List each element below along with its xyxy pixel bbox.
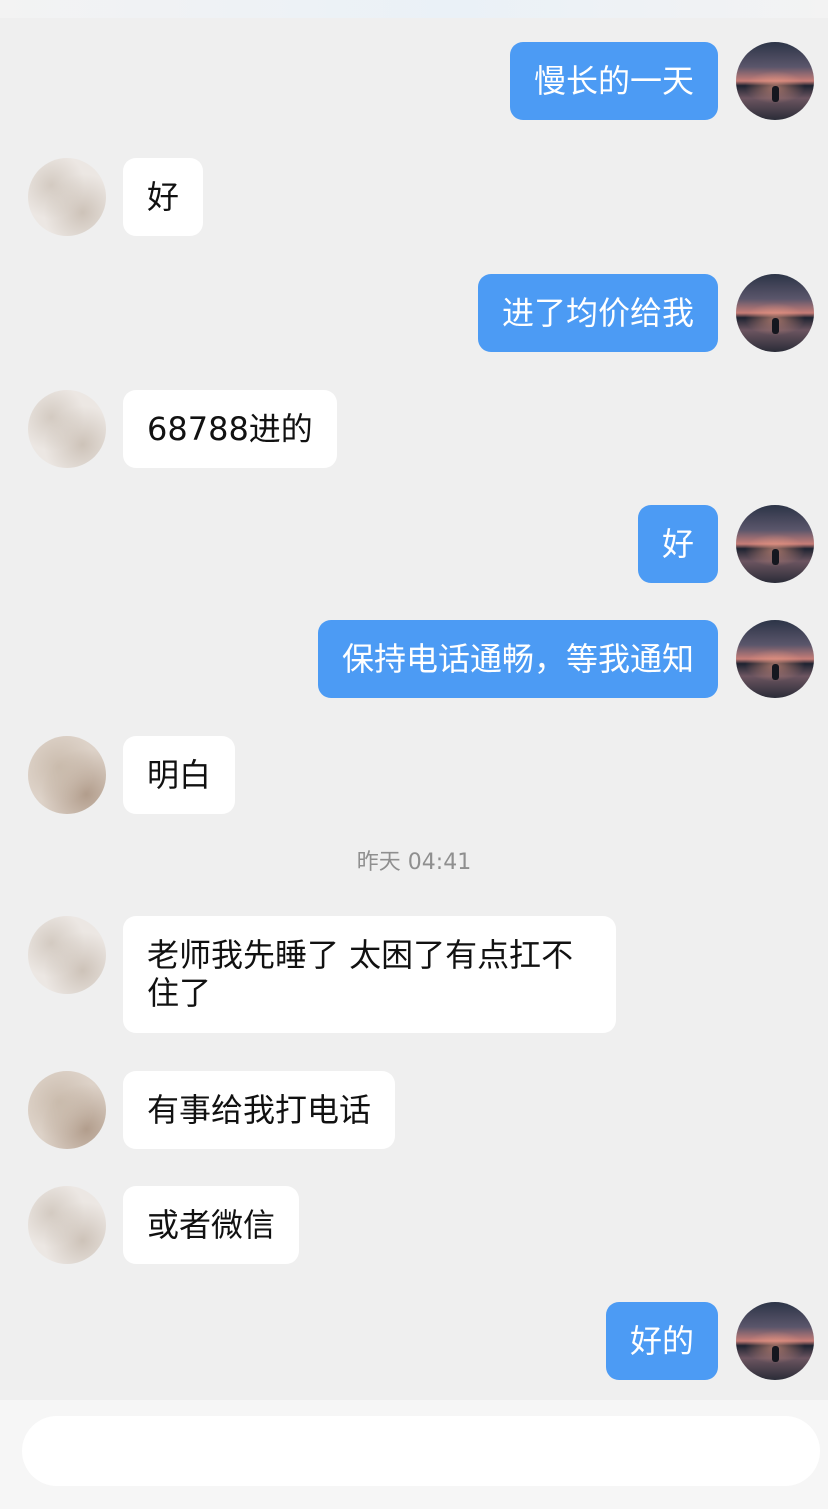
message-bubble-incoming[interactable]: 或者微信 bbox=[123, 1186, 300, 1264]
contact-avatar[interactable] bbox=[28, 158, 106, 236]
message-bubble-incoming[interactable]: 有事给我打电话 bbox=[123, 1071, 396, 1149]
message-bubble-outgoing[interactable]: 好的 bbox=[605, 1302, 718, 1380]
contact-avatar[interactable] bbox=[28, 1186, 106, 1264]
contact-avatar[interactable] bbox=[28, 916, 106, 994]
message-bubble-incoming[interactable]: 68788进的 bbox=[123, 390, 337, 468]
message-bubble-incoming[interactable]: 老师我先睡了 太困了有点扛不住了 bbox=[123, 916, 616, 1033]
message-bubble-outgoing[interactable]: 慢长的一天 bbox=[509, 42, 718, 120]
message-bubble-outgoing[interactable]: 进了均价给我 bbox=[477, 274, 718, 352]
message-bubble-incoming[interactable]: 明白 bbox=[123, 736, 236, 814]
chat-message-list[interactable]: 慢长的一天 好 进了均价给我 68788进的 好 保持电话通畅，等我通知 明白 … bbox=[0, 0, 828, 1400]
message-bubble-outgoing[interactable]: 保持电话通畅，等我通知 bbox=[317, 620, 718, 698]
my-avatar[interactable] bbox=[736, 42, 814, 120]
message-timestamp: 昨天 04:41 bbox=[356, 850, 472, 875]
my-avatar[interactable] bbox=[736, 620, 814, 698]
contact-avatar[interactable] bbox=[28, 390, 106, 468]
contact-avatar[interactable] bbox=[28, 736, 106, 814]
message-bubble-outgoing[interactable]: 好 bbox=[637, 505, 718, 583]
contact-avatar[interactable] bbox=[28, 1071, 106, 1149]
message-input-bar bbox=[0, 1400, 828, 1509]
message-bubble-incoming[interactable]: 好 bbox=[123, 158, 204, 236]
message-input[interactable] bbox=[22, 1416, 820, 1486]
my-avatar[interactable] bbox=[736, 274, 814, 352]
my-avatar[interactable] bbox=[736, 505, 814, 583]
my-avatar[interactable] bbox=[736, 1302, 814, 1380]
